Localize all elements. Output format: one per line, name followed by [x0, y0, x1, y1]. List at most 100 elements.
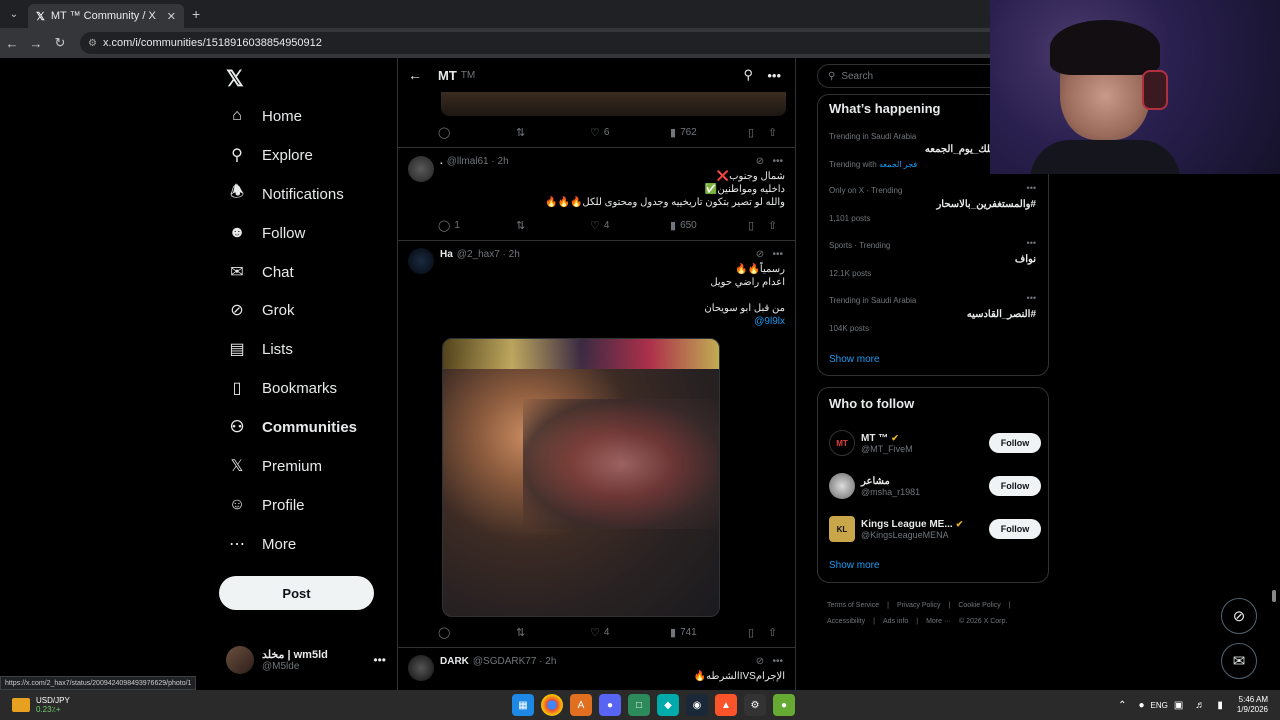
nav-premium[interactable]: 𝕏 Premium: [226, 452, 322, 480]
app-icon[interactable]: □: [628, 694, 650, 716]
back-arrow-icon[interactable]: ←: [398, 67, 432, 83]
account-switcher[interactable]: مخلد | wm5ld @M5lde •••: [226, 642, 386, 678]
show-more-link[interactable]: Show more: [829, 560, 880, 571]
messages-float-button[interactable]: ✉: [1221, 643, 1257, 679]
reply-button[interactable]: ◯ 1: [438, 219, 516, 232]
nav-more[interactable]: ⋯ More: [226, 530, 296, 558]
reply-button[interactable]: ◯: [438, 626, 516, 639]
grok-icon[interactable]: ⊘: [756, 656, 764, 667]
clock[interactable]: 5:46 AM 1/9/2026: [1237, 695, 1268, 715]
footer-link[interactable]: More ···: [926, 618, 951, 625]
more-icon[interactable]: •••: [772, 156, 783, 167]
grok-icon[interactable]: ⊘: [756, 156, 764, 167]
show-more-link[interactable]: Show more: [829, 354, 880, 365]
follow-suggestion[interactable]: KL Kings League ME... ✔ @KingsLeagueMENA F…: [829, 514, 1041, 544]
nav-profile[interactable]: ☺ Profile: [226, 491, 305, 519]
footer-link[interactable]: Cookie Policy: [958, 602, 1000, 609]
app-icon[interactable]: A: [570, 694, 592, 716]
more-icon[interactable]: •••: [373, 653, 386, 667]
repost-button[interactable]: ⇅: [516, 626, 590, 639]
scrollbar-thumb[interactable]: [1272, 590, 1276, 602]
trend-extra-link[interactable]: فجر الجمعه: [879, 160, 917, 169]
brave-icon[interactable]: ▲: [715, 694, 737, 716]
author-handle[interactable]: @llmal61: [447, 156, 489, 167]
forward-icon[interactable]: →: [24, 36, 48, 51]
follow-suggestion[interactable]: MT MT ™ ✔ @MT_FiveM Follow: [829, 428, 1041, 458]
tweet-time[interactable]: 2h: [498, 156, 509, 167]
repost-button[interactable]: ⇅: [516, 219, 590, 232]
share-button[interactable]: ⇧: [768, 219, 781, 232]
nav-follow[interactable]: ☻ Follow: [226, 219, 306, 247]
app-icon[interactable]: ●: [773, 694, 795, 716]
more-icon[interactable]: •••: [1027, 293, 1036, 303]
views-button[interactable]: ▮ 741: [670, 626, 748, 639]
reply-button[interactable]: ◯: [438, 126, 516, 139]
tweet-menu[interactable]: ⊘ •••: [756, 156, 783, 167]
chevron-up-icon[interactable]: ⌃: [1118, 700, 1126, 711]
bookmark-button[interactable]: ▯: [748, 626, 768, 639]
footer-link[interactable]: Ads info: [883, 618, 908, 625]
tweet-media[interactable]: [441, 92, 786, 116]
nav-bookmarks[interactable]: ▯ Bookmarks: [226, 374, 337, 402]
footer-link[interactable]: Privacy Policy: [897, 602, 941, 609]
nav-explore[interactable]: ⚲ Explore: [226, 141, 313, 169]
avatar[interactable]: [408, 655, 434, 681]
follow-suggestion[interactable]: مشاعر @msha_r1981 Follow: [829, 471, 1041, 501]
author-name[interactable]: .: [440, 156, 443, 167]
settings-icon[interactable]: ⚙: [744, 694, 766, 716]
follow-button[interactable]: Follow: [989, 476, 1041, 496]
like-button[interactable]: ♡ 6: [590, 126, 670, 139]
views-button[interactable]: ▮ 650: [670, 219, 748, 232]
tweet-time[interactable]: 2h: [509, 249, 520, 260]
nav-grok[interactable]: ⊘ Grok: [226, 296, 294, 324]
follow-button[interactable]: Follow: [989, 519, 1041, 539]
close-tab-icon[interactable]: ✕: [167, 10, 176, 23]
trend-item[interactable]: #النصر_القادسيه: [967, 309, 1036, 320]
tab-list-dropdown[interactable]: ⌄: [4, 4, 24, 24]
trend-item[interactable]: نواف: [1015, 254, 1036, 265]
avatar[interactable]: [408, 248, 434, 274]
nav-communities[interactable]: ⚇ Communities: [226, 413, 357, 441]
author-name[interactable]: DARK: [440, 656, 469, 667]
browser-tab[interactable]: 𝕏 MT ™ Community / X ✕: [28, 4, 184, 28]
author-handle[interactable]: @2_hax7: [457, 249, 500, 260]
nav-home[interactable]: ⌂ Home: [226, 102, 302, 130]
new-tab-button[interactable]: +: [192, 6, 200, 22]
language-indicator[interactable]: ENG: [1151, 701, 1168, 710]
discord-icon[interactable]: ●: [599, 694, 621, 716]
tweet-time[interactable]: 2h: [545, 656, 556, 667]
back-icon[interactable]: ←: [0, 36, 24, 51]
network-icon[interactable]: ▣: [1174, 700, 1183, 711]
tweet-photo[interactable]: [442, 338, 720, 617]
reload-icon[interactable]: ↻: [48, 35, 72, 51]
post-button[interactable]: Post: [219, 576, 374, 610]
repost-button[interactable]: ⇅: [516, 126, 590, 139]
site-info-icon[interactable]: ⚙: [88, 38, 97, 49]
views-button[interactable]: ▮ 762: [670, 126, 748, 139]
chrome-icon[interactable]: [541, 694, 563, 716]
more-icon[interactable]: •••: [772, 656, 783, 667]
x-logo-icon[interactable]: 𝕏: [226, 66, 244, 92]
microphone-icon[interactable]: ●: [1139, 700, 1145, 711]
trend-item[interactable]: #والمستغفرين_بالاسحار: [936, 199, 1036, 210]
footer-link[interactable]: Terms of Service: [827, 602, 879, 609]
more-icon[interactable]: •••: [772, 249, 783, 260]
share-button[interactable]: ⇧: [768, 626, 781, 639]
url-bar[interactable]: ⚙ x.com/i/communities/151891603885495091…: [80, 32, 1020, 54]
tweet-menu[interactable]: ⊘ •••: [756, 656, 783, 667]
avatar[interactable]: [408, 156, 434, 182]
follow-button[interactable]: Follow: [989, 433, 1041, 453]
grok-icon[interactable]: ⊘: [756, 249, 764, 260]
more-icon[interactable]: •••: [1027, 183, 1036, 193]
author-handle[interactable]: @SGDARK77: [473, 656, 537, 667]
volume-icon[interactable]: ♬: [1195, 700, 1205, 711]
bookmark-button[interactable]: ▯: [748, 126, 768, 139]
start-icon[interactable]: ▦: [512, 694, 534, 716]
share-button[interactable]: ⇧: [768, 126, 781, 139]
like-button[interactable]: ♡ 4: [590, 626, 670, 639]
more-icon[interactable]: •••: [767, 68, 781, 83]
nav-lists[interactable]: ▤ Lists: [226, 335, 292, 363]
tweet-menu[interactable]: ⊘ •••: [756, 249, 783, 260]
author-name[interactable]: Ha: [440, 249, 453, 260]
more-icon[interactable]: •••: [1027, 238, 1036, 248]
